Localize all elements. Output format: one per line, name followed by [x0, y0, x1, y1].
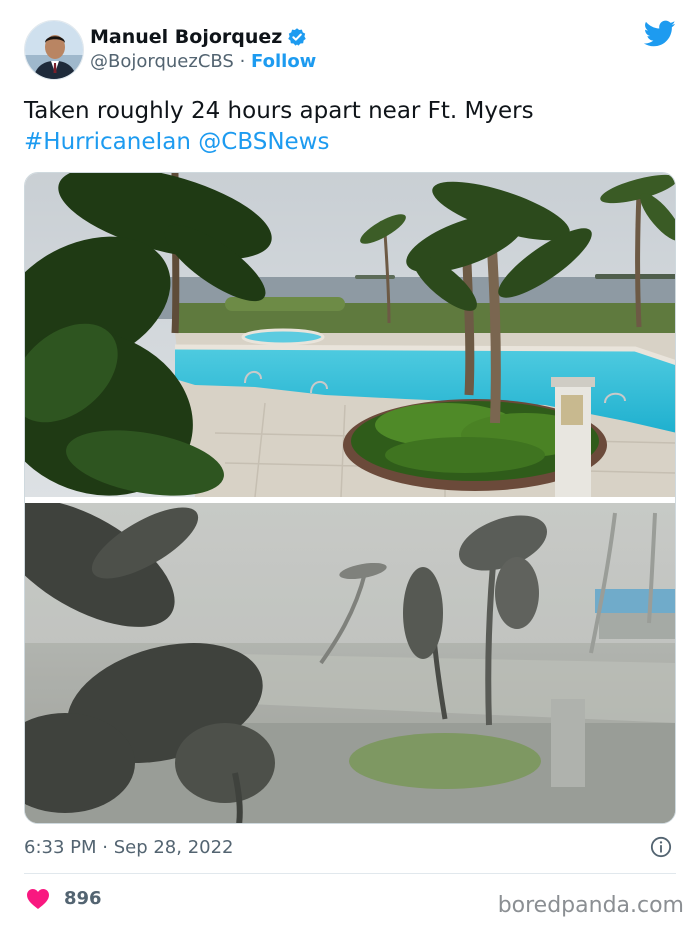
author-name[interactable]: Manuel Bojorquez	[90, 25, 282, 49]
avatar[interactable]	[24, 20, 84, 80]
tweet-text-line: Taken roughly 24 hours apart near Ft. My…	[24, 98, 534, 124]
verified-badge-icon	[288, 28, 306, 46]
photo-hurricane[interactable]	[25, 503, 676, 824]
divider	[24, 873, 676, 874]
watermark: boredpanda.com	[497, 893, 684, 918]
handle-row: @BojorquezCBS · Follow	[90, 50, 316, 74]
tweet-card: Manuel Bojorquez @BojorquezCBS · Follow …	[0, 0, 700, 927]
author-handle[interactable]: @BojorquezCBS	[90, 51, 234, 72]
photo-calm-pool[interactable]	[25, 173, 676, 497]
tweet-tags-line: #HurricaneIan @CBSNews	[24, 127, 674, 158]
heart-icon[interactable]	[26, 888, 50, 910]
info-icon[interactable]	[650, 836, 672, 858]
tweet-timestamp[interactable]: 6:33 PM · Sep 28, 2022	[24, 836, 234, 860]
tweet-media[interactable]	[24, 172, 676, 824]
handle-separator: ·	[239, 51, 246, 72]
follow-button[interactable]: Follow	[251, 51, 316, 72]
twitter-bird-icon[interactable]	[644, 20, 676, 48]
mention-link[interactable]: @CBSNews	[198, 129, 329, 155]
tweet-text: Taken roughly 24 hours apart near Ft. My…	[24, 96, 674, 158]
like-count[interactable]: 896	[64, 887, 102, 911]
hashtag-link[interactable]: #HurricaneIan	[24, 129, 191, 155]
